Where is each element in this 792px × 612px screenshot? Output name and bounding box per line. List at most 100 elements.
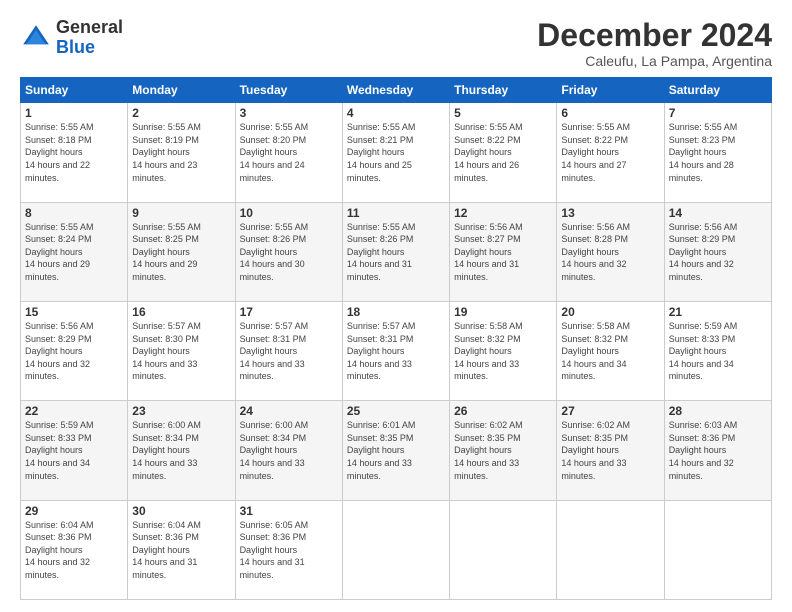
day-number: 20	[561, 305, 659, 319]
col-tuesday: Tuesday	[235, 78, 342, 103]
day-info: Sunrise: 5:55 AMSunset: 8:23 PMDaylight …	[669, 122, 738, 182]
day-info: Sunrise: 6:03 AMSunset: 8:36 PMDaylight …	[669, 420, 738, 480]
day-number: 1	[25, 106, 123, 120]
day-number: 18	[347, 305, 445, 319]
day-info: Sunrise: 6:01 AMSunset: 8:35 PMDaylight …	[347, 420, 416, 480]
day-number: 9	[132, 206, 230, 220]
calendar-row: 15 Sunrise: 5:56 AMSunset: 8:29 PMDaylig…	[21, 301, 772, 400]
table-row: 19 Sunrise: 5:58 AMSunset: 8:32 PMDaylig…	[450, 301, 557, 400]
day-number: 19	[454, 305, 552, 319]
logo-general: General	[56, 17, 123, 37]
calendar-header-row: Sunday Monday Tuesday Wednesday Thursday…	[21, 78, 772, 103]
calendar-row: 1 Sunrise: 5:55 AMSunset: 8:18 PMDayligh…	[21, 103, 772, 202]
table-row: 27 Sunrise: 6:02 AMSunset: 8:35 PMDaylig…	[557, 401, 664, 500]
location: Caleufu, La Pampa, Argentina	[537, 53, 772, 69]
col-wednesday: Wednesday	[342, 78, 449, 103]
day-number: 28	[669, 404, 767, 418]
col-saturday: Saturday	[664, 78, 771, 103]
day-number: 27	[561, 404, 659, 418]
day-number: 31	[240, 504, 338, 518]
table-row: 6 Sunrise: 5:55 AMSunset: 8:22 PMDayligh…	[557, 103, 664, 202]
day-number: 4	[347, 106, 445, 120]
day-info: Sunrise: 5:55 AMSunset: 8:24 PMDaylight …	[25, 222, 94, 282]
logo: General Blue	[20, 18, 123, 58]
day-number: 15	[25, 305, 123, 319]
table-row	[450, 500, 557, 599]
table-row	[664, 500, 771, 599]
table-row: 24 Sunrise: 6:00 AMSunset: 8:34 PMDaylig…	[235, 401, 342, 500]
day-number: 10	[240, 206, 338, 220]
day-info: Sunrise: 5:59 AMSunset: 8:33 PMDaylight …	[669, 321, 738, 381]
table-row: 11 Sunrise: 5:55 AMSunset: 8:26 PMDaylig…	[342, 202, 449, 301]
day-info: Sunrise: 5:55 AMSunset: 8:21 PMDaylight …	[347, 122, 416, 182]
table-row: 1 Sunrise: 5:55 AMSunset: 8:18 PMDayligh…	[21, 103, 128, 202]
day-info: Sunrise: 5:56 AMSunset: 8:28 PMDaylight …	[561, 222, 630, 282]
day-info: Sunrise: 5:56 AMSunset: 8:29 PMDaylight …	[669, 222, 738, 282]
day-number: 25	[347, 404, 445, 418]
logo-icon	[20, 22, 52, 54]
day-info: Sunrise: 5:57 AMSunset: 8:30 PMDaylight …	[132, 321, 201, 381]
day-info: Sunrise: 6:02 AMSunset: 8:35 PMDaylight …	[454, 420, 523, 480]
day-number: 21	[669, 305, 767, 319]
table-row: 20 Sunrise: 5:58 AMSunset: 8:32 PMDaylig…	[557, 301, 664, 400]
calendar-row: 29 Sunrise: 6:04 AMSunset: 8:36 PMDaylig…	[21, 500, 772, 599]
day-info: Sunrise: 5:58 AMSunset: 8:32 PMDaylight …	[454, 321, 523, 381]
col-friday: Friday	[557, 78, 664, 103]
table-row: 26 Sunrise: 6:02 AMSunset: 8:35 PMDaylig…	[450, 401, 557, 500]
table-row	[557, 500, 664, 599]
table-row: 15 Sunrise: 5:56 AMSunset: 8:29 PMDaylig…	[21, 301, 128, 400]
day-number: 2	[132, 106, 230, 120]
day-info: Sunrise: 5:55 AMSunset: 8:26 PMDaylight …	[240, 222, 309, 282]
calendar-row: 8 Sunrise: 5:55 AMSunset: 8:24 PMDayligh…	[21, 202, 772, 301]
day-info: Sunrise: 6:04 AMSunset: 8:36 PMDaylight …	[132, 520, 201, 580]
table-row: 4 Sunrise: 5:55 AMSunset: 8:21 PMDayligh…	[342, 103, 449, 202]
day-info: Sunrise: 5:57 AMSunset: 8:31 PMDaylight …	[347, 321, 416, 381]
day-number: 14	[669, 206, 767, 220]
day-number: 26	[454, 404, 552, 418]
day-number: 3	[240, 106, 338, 120]
col-monday: Monday	[128, 78, 235, 103]
day-info: Sunrise: 5:55 AMSunset: 8:19 PMDaylight …	[132, 122, 201, 182]
calendar-page: General Blue December 2024 Caleufu, La P…	[0, 0, 792, 612]
day-number: 6	[561, 106, 659, 120]
day-number: 17	[240, 305, 338, 319]
logo-text: General Blue	[56, 18, 123, 58]
table-row: 7 Sunrise: 5:55 AMSunset: 8:23 PMDayligh…	[664, 103, 771, 202]
day-info: Sunrise: 5:59 AMSunset: 8:33 PMDaylight …	[25, 420, 94, 480]
day-info: Sunrise: 6:00 AMSunset: 8:34 PMDaylight …	[132, 420, 201, 480]
day-number: 23	[132, 404, 230, 418]
day-number: 24	[240, 404, 338, 418]
col-thursday: Thursday	[450, 78, 557, 103]
table-row: 5 Sunrise: 5:55 AMSunset: 8:22 PMDayligh…	[450, 103, 557, 202]
table-row: 31 Sunrise: 6:05 AMSunset: 8:36 PMDaylig…	[235, 500, 342, 599]
day-number: 7	[669, 106, 767, 120]
table-row: 29 Sunrise: 6:04 AMSunset: 8:36 PMDaylig…	[21, 500, 128, 599]
day-number: 29	[25, 504, 123, 518]
col-sunday: Sunday	[21, 78, 128, 103]
table-row: 9 Sunrise: 5:55 AMSunset: 8:25 PMDayligh…	[128, 202, 235, 301]
day-info: Sunrise: 5:56 AMSunset: 8:29 PMDaylight …	[25, 321, 94, 381]
day-number: 5	[454, 106, 552, 120]
day-info: Sunrise: 6:00 AMSunset: 8:34 PMDaylight …	[240, 420, 309, 480]
table-row: 2 Sunrise: 5:55 AMSunset: 8:19 PMDayligh…	[128, 103, 235, 202]
day-number: 13	[561, 206, 659, 220]
day-info: Sunrise: 5:56 AMSunset: 8:27 PMDaylight …	[454, 222, 523, 282]
day-info: Sunrise: 5:55 AMSunset: 8:20 PMDaylight …	[240, 122, 309, 182]
month-title: December 2024	[537, 18, 772, 53]
table-row: 17 Sunrise: 5:57 AMSunset: 8:31 PMDaylig…	[235, 301, 342, 400]
table-row: 16 Sunrise: 5:57 AMSunset: 8:30 PMDaylig…	[128, 301, 235, 400]
day-info: Sunrise: 5:55 AMSunset: 8:18 PMDaylight …	[25, 122, 94, 182]
day-info: Sunrise: 5:55 AMSunset: 8:26 PMDaylight …	[347, 222, 416, 282]
day-info: Sunrise: 5:55 AMSunset: 8:22 PMDaylight …	[561, 122, 630, 182]
day-number: 30	[132, 504, 230, 518]
day-info: Sunrise: 6:04 AMSunset: 8:36 PMDaylight …	[25, 520, 94, 580]
day-info: Sunrise: 5:55 AMSunset: 8:25 PMDaylight …	[132, 222, 201, 282]
table-row: 8 Sunrise: 5:55 AMSunset: 8:24 PMDayligh…	[21, 202, 128, 301]
day-info: Sunrise: 6:05 AMSunset: 8:36 PMDaylight …	[240, 520, 309, 580]
day-number: 11	[347, 206, 445, 220]
day-info: Sunrise: 5:55 AMSunset: 8:22 PMDaylight …	[454, 122, 523, 182]
page-header: General Blue December 2024 Caleufu, La P…	[20, 18, 772, 69]
table-row: 30 Sunrise: 6:04 AMSunset: 8:36 PMDaylig…	[128, 500, 235, 599]
table-row: 25 Sunrise: 6:01 AMSunset: 8:35 PMDaylig…	[342, 401, 449, 500]
table-row: 3 Sunrise: 5:55 AMSunset: 8:20 PMDayligh…	[235, 103, 342, 202]
